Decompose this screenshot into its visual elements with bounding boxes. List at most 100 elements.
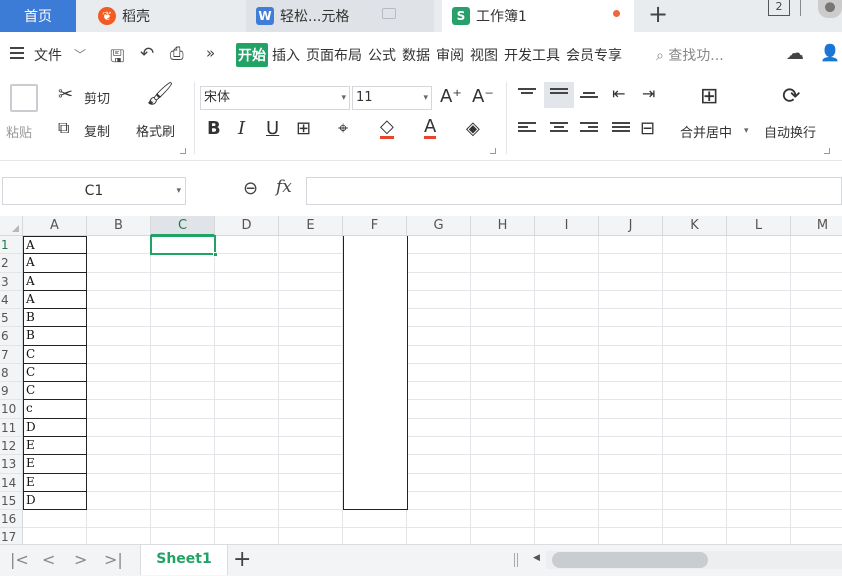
menu-tab-member[interactable]: 会员专享 — [564, 43, 624, 67]
avatar[interactable] — [818, 0, 842, 18]
copy-button[interactable]: 复制 — [84, 121, 110, 140]
save-icon[interactable]: 🖫 — [110, 44, 124, 73]
align-right-icon[interactable] — [580, 122, 598, 136]
menu-tab-insert[interactable]: 插入 — [270, 43, 302, 67]
chevron-down-icon[interactable]: ﹀ — [74, 46, 86, 63]
column-header-m[interactable]: M — [791, 216, 842, 236]
cell-style-icon[interactable]: ⌖ — [338, 118, 348, 139]
cell-a2[interactable]: A — [23, 254, 87, 273]
cell-a9[interactable]: C — [23, 382, 87, 401]
menu-file[interactable]: 文件 — [34, 45, 62, 65]
tab-workbook[interactable]: S 工作簿1 — [442, 0, 634, 32]
cell-a6[interactable]: B — [23, 327, 87, 346]
row-header-6[interactable]: 6 — [0, 327, 23, 346]
unsaved-dot-icon[interactable] — [613, 10, 620, 17]
prev-sheet-icon[interactable]: < — [42, 550, 55, 569]
column-header-b[interactable]: B — [87, 216, 151, 236]
row-header-12[interactable]: 12 — [0, 436, 23, 456]
more-icon[interactable]: » — [206, 44, 215, 62]
row-header-8[interactable]: 8 — [0, 363, 23, 383]
column-header-i[interactable]: I — [535, 216, 599, 236]
row-header-11[interactable]: 11 — [0, 418, 23, 437]
merge-center-button[interactable]: 合并居中 — [680, 122, 732, 141]
font-size-select[interactable]: 11 ▾ — [352, 86, 432, 110]
tab-home[interactable]: 首页 — [0, 0, 76, 32]
cell-a1[interactable]: A — [23, 236, 87, 255]
column-header-g[interactable]: G — [407, 216, 471, 236]
cell-a15[interactable]: D — [23, 491, 87, 511]
justify-icon[interactable] — [612, 122, 630, 136]
alignment-expand-icon[interactable] — [824, 148, 830, 154]
window-switch-icon[interactable] — [800, 0, 802, 16]
column-header-d[interactable]: D — [215, 216, 279, 236]
bordered-range-f[interactable] — [343, 236, 408, 511]
last-sheet-icon[interactable]: >| — [104, 550, 123, 569]
wrap-text-icon[interactable]: ⟳ — [782, 84, 800, 109]
paste-button[interactable]: 粘贴 — [6, 122, 32, 141]
row-header-16[interactable]: 16 — [0, 510, 23, 529]
function-icon[interactable]: fx — [276, 177, 292, 197]
cell-a5[interactable]: B — [23, 309, 87, 328]
scrollbar-split-handle[interactable] — [514, 553, 518, 567]
scroll-left-icon[interactable]: ◀ — [533, 553, 540, 563]
cell-a7[interactable]: C — [23, 345, 87, 364]
cell-a3[interactable]: A — [23, 272, 87, 291]
font-expand-icon[interactable] — [490, 148, 496, 154]
new-tab-button[interactable]: + — [646, 2, 670, 28]
align-center-icon[interactable] — [550, 122, 568, 136]
column-header-f[interactable]: F — [343, 216, 407, 236]
spreadsheet-grid[interactable]: A B C D E F G H I J K L M 1 2 3 4 5 6 7 8 9 10 11 12 13 14 15 16 17 A A… — [0, 216, 842, 544]
column-header-j[interactable]: J — [599, 216, 663, 236]
increase-indent-icon[interactable]: ⇥ — [642, 84, 655, 103]
cell-a12[interactable]: E — [23, 436, 87, 456]
align-middle-icon[interactable] — [544, 82, 574, 108]
row-header-7[interactable]: 7 — [0, 345, 23, 364]
clear-format-icon[interactable]: ◈ — [466, 118, 480, 139]
cell-a10[interactable]: c — [23, 400, 87, 419]
underline-icon[interactable]: U — [266, 118, 279, 139]
window-count-icon[interactable]: 2 — [768, 0, 790, 16]
align-left-icon[interactable] — [518, 122, 536, 136]
italic-icon[interactable]: I — [238, 118, 245, 139]
menu-tab-start[interactable]: 开始 — [236, 43, 268, 67]
format-painter-button[interactable]: 格式刷 — [136, 121, 175, 140]
column-header-e[interactable]: E — [279, 216, 343, 236]
first-sheet-icon[interactable]: |< — [10, 550, 29, 569]
row-header-17[interactable]: 17 — [0, 528, 23, 544]
decrease-font-icon[interactable]: A⁻ — [472, 86, 494, 107]
cell-a13[interactable]: E — [23, 455, 87, 474]
row-header-2[interactable]: 2 — [0, 254, 23, 273]
next-sheet-icon[interactable]: > — [74, 550, 87, 569]
column-header-h[interactable]: H — [471, 216, 535, 236]
fill-handle[interactable] — [213, 252, 218, 257]
font-name-select[interactable]: 宋体 ▾ — [200, 86, 350, 110]
row-header-9[interactable]: 9 — [0, 382, 23, 401]
column-header-c[interactable]: C — [151, 216, 215, 236]
cut-button[interactable]: 剪切 — [84, 88, 110, 107]
select-all-corner[interactable] — [0, 216, 23, 236]
row-header-1[interactable]: 1 — [0, 236, 23, 255]
cell-a4[interactable]: A — [23, 290, 87, 310]
print-icon[interactable]: ⎙ — [170, 44, 184, 64]
cell-a8[interactable]: C — [23, 363, 87, 383]
menu-tab-review[interactable]: 审阅 — [434, 43, 466, 67]
search-input[interactable]: ⌕ 查找功... — [656, 45, 724, 65]
sheet-tab-sheet1[interactable]: Sheet1 — [140, 545, 228, 575]
row-header-15[interactable]: 15 — [0, 491, 23, 511]
row-header-4[interactable]: 4 — [0, 290, 23, 310]
menu-tab-view[interactable]: 视图 — [468, 43, 500, 67]
distribute-icon[interactable]: ⊟ — [640, 118, 655, 139]
row-header-3[interactable]: 3 — [0, 272, 23, 291]
clipboard-expand-icon[interactable] — [180, 148, 186, 154]
bold-icon[interactable]: B — [207, 118, 221, 139]
menu-tab-formulas[interactable]: 公式 — [366, 43, 398, 67]
tab-daoke[interactable]: ❦ 稻壳 — [88, 0, 238, 32]
wrap-text-button[interactable]: 自动换行 — [764, 122, 816, 141]
monitor-icon[interactable] — [382, 8, 396, 19]
borders-icon[interactable]: ⊞ — [296, 118, 311, 139]
align-top-icon[interactable] — [518, 88, 536, 102]
row-header-10[interactable]: 10 — [0, 400, 23, 419]
cell-a14[interactable]: E — [23, 473, 87, 492]
scrollbar-thumb[interactable] — [552, 552, 708, 568]
format-painter-icon[interactable]: 🖌 — [146, 82, 174, 107]
